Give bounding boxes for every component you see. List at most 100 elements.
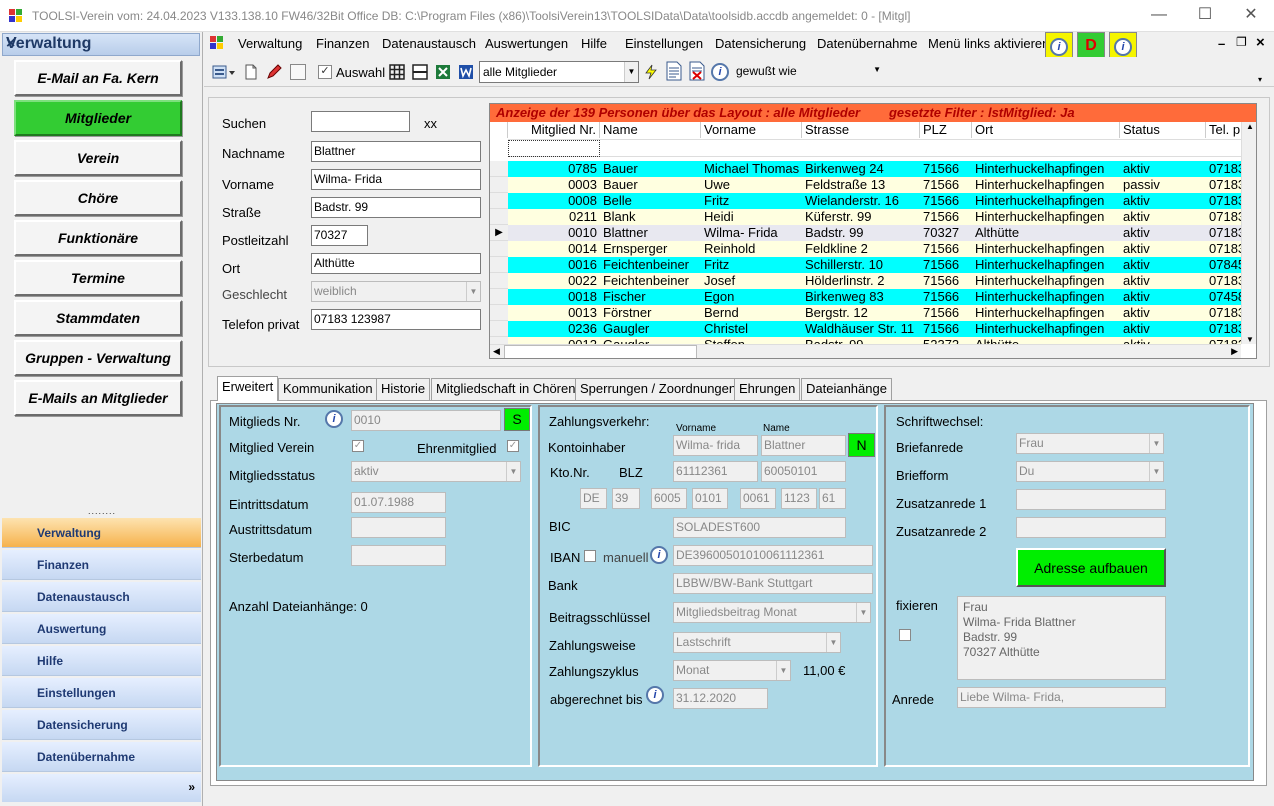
- menu-datenuebernahme[interactable]: Datenübernahme: [817, 36, 917, 51]
- form-layout-icon[interactable]: [412, 64, 428, 80]
- nav-button-funktionaere[interactable]: Funktionäre: [14, 220, 182, 256]
- maximize-button[interactable]: ☐: [1182, 0, 1228, 32]
- chevron-down-icon[interactable]: ▼: [466, 282, 480, 301]
- table-row[interactable]: 0010 Blattner Wilma- Frida Badstr. 99 70327 A…: [508, 225, 1241, 241]
- table-row[interactable]: 0236 Gaugler Christel Waldhäuser Str. 11 715…: [508, 321, 1241, 337]
- nav-button-email-kern[interactable]: E-Mail an Fa. Kern: [14, 60, 182, 96]
- tab-erweitert[interactable]: Erweitert: [217, 376, 279, 401]
- vorname-input[interactable]: Wilma- Frida: [311, 169, 481, 190]
- s-button[interactable]: S: [504, 408, 530, 431]
- scroll-thumb[interactable]: [504, 345, 697, 358]
- tab-historie[interactable]: Historie: [376, 378, 431, 400]
- row-selector[interactable]: [490, 305, 508, 321]
- iban-part-6[interactable]: 1123: [781, 488, 817, 509]
- nachname-input[interactable]: Blattner: [311, 141, 481, 162]
- report-icon[interactable]: [665, 61, 683, 81]
- row-selector[interactable]: [490, 193, 508, 209]
- iban-input[interactable]: DE39600501010061112361: [673, 545, 873, 566]
- members-grid[interactable]: Anzeige der 139 Personen über das Layout…: [489, 103, 1257, 359]
- edit-pencil-icon[interactable]: [266, 64, 282, 80]
- view-dropdown-icon[interactable]: [212, 64, 236, 80]
- table-row[interactable]: 0013 Förstner Bernd Bergstr. 12 71566 Hinterh…: [508, 305, 1241, 321]
- row-selector[interactable]: [490, 273, 508, 289]
- nav-button-stammdaten[interactable]: Stammdaten: [14, 300, 182, 336]
- scroll-right-icon[interactable]: ▶: [1231, 346, 1238, 357]
- col-header-name[interactable]: Name: [600, 122, 701, 138]
- table-row[interactable]: 0211 Blank Heidi Küferstr. 99 71566 Hinterhuc…: [508, 209, 1241, 225]
- nav-group-einstellungen[interactable]: Einstellungen: [2, 678, 201, 708]
- nav-button-mitglieder[interactable]: Mitglieder: [14, 100, 182, 136]
- chevron-down-icon[interactable]: ▼: [506, 462, 520, 481]
- scroll-left-icon[interactable]: ◀: [493, 346, 500, 357]
- auswahl-checkbox[interactable]: ✓: [318, 65, 332, 79]
- nav-button-emails-mitglieder[interactable]: E-Mails an Mitglieder: [14, 380, 182, 416]
- bank-input[interactable]: LBBW/BW-Bank Stuttgart: [673, 573, 873, 594]
- zusatz2-input[interactable]: [1016, 517, 1166, 538]
- tab-kommunikation[interactable]: Kommunikation: [278, 378, 378, 400]
- n-button[interactable]: N: [848, 433, 875, 457]
- ktonr-input[interactable]: 61112361: [673, 461, 758, 482]
- nav-group-auswertung[interactable]: Auswertung: [2, 614, 201, 644]
- col-header-vorname[interactable]: Vorname: [701, 122, 802, 138]
- nav-splitter-grip[interactable]: ........: [88, 506, 116, 516]
- chevron-down-icon[interactable]: ▼: [1149, 462, 1163, 481]
- geschlecht-combo[interactable]: weiblich ▼: [311, 281, 481, 302]
- fixieren-checkbox[interactable]: [899, 629, 911, 641]
- nav-group-hilfe[interactable]: Hilfe: [2, 646, 201, 676]
- table-row[interactable]: 0008 Belle Fritz Wielanderstr. 16 71566 Hinte…: [508, 193, 1241, 209]
- ort-input[interactable]: Althütte: [311, 253, 481, 274]
- row-selector[interactable]: [490, 321, 508, 337]
- strasse-input[interactable]: Badstr. 99: [311, 197, 481, 218]
- table-row[interactable]: 0785 Bauer Michael Thomas Birkenweg 24 71566…: [508, 161, 1241, 177]
- iban-part-1[interactable]: DE: [580, 488, 607, 509]
- info-button-1[interactable]: i: [1045, 32, 1073, 59]
- filter-row[interactable]: [508, 139, 1241, 157]
- iban-part-7[interactable]: 61: [819, 488, 846, 509]
- info-icon[interactable]: i: [646, 686, 664, 704]
- chevron-down-icon[interactable]: ▼: [856, 603, 870, 622]
- plz-input[interactable]: 70327: [311, 225, 368, 246]
- vertical-scrollbar[interactable]: ▲ ▼: [1241, 122, 1256, 344]
- nav-expand-icon[interactable]: »: [188, 780, 195, 794]
- eintritt-input[interactable]: 01.07.1988: [351, 492, 446, 513]
- chevron-down-icon[interactable]: ▼: [873, 65, 881, 74]
- menu-datensicherung[interactable]: Datensicherung: [715, 36, 806, 51]
- col-header-telefon[interactable]: Tel. p: [1206, 122, 1242, 138]
- scroll-up-icon[interactable]: ▲: [1246, 122, 1254, 131]
- iban-part-4[interactable]: 0101: [692, 488, 728, 509]
- briefanrede-combo[interactable]: Frau ▼: [1016, 433, 1164, 454]
- kontoinhaber-vorname[interactable]: Wilma- frida: [673, 435, 758, 456]
- nav-group-finanzen[interactable]: Finanzen: [2, 550, 201, 580]
- nav-button-verein[interactable]: Verein: [14, 140, 182, 176]
- scroll-down-icon[interactable]: ▼: [1246, 335, 1254, 344]
- filter-combo[interactable]: alle Mitglieder ▼: [479, 61, 639, 83]
- ehrenmitglied-checkbox[interactable]: ✓: [507, 440, 519, 452]
- info-icon[interactable]: i: [325, 410, 343, 428]
- toggle-box[interactable]: [290, 64, 306, 80]
- horizontal-scrollbar[interactable]: ◀ ▶: [490, 344, 1241, 358]
- row-selector[interactable]: [490, 161, 508, 177]
- col-header-plz[interactable]: PLZ: [920, 122, 972, 138]
- iban-part-3[interactable]: 6005: [651, 488, 687, 509]
- sterbe-input[interactable]: [351, 545, 446, 566]
- nav-button-choere[interactable]: Chöre: [14, 180, 182, 216]
- kontoinhaber-name[interactable]: Blattner: [761, 435, 846, 456]
- lightning-icon[interactable]: [643, 64, 659, 80]
- menu-links-aktivieren[interactable]: Menü links aktivieren: [928, 36, 1049, 51]
- nav-group-verwaltung[interactable]: Verwaltung: [2, 518, 201, 548]
- row-selector[interactable]: [490, 177, 508, 193]
- menu-datenaustausch[interactable]: Datenaustausch: [382, 36, 476, 51]
- chevron-down-icon[interactable]: ▼: [1149, 434, 1163, 453]
- info-button-2[interactable]: i: [1109, 32, 1137, 59]
- col-header-mitglied-nr[interactable]: Mitglied Nr.: [508, 122, 600, 138]
- close-button[interactable]: ✕: [1228, 0, 1274, 32]
- chevron-down-icon[interactable]: ▼: [826, 633, 840, 652]
- zusatz1-input[interactable]: [1016, 489, 1166, 510]
- suchen-input[interactable]: [311, 111, 410, 132]
- col-header-status[interactable]: Status: [1120, 122, 1206, 138]
- table-row[interactable]: 0003 Bauer Uwe Feldstraße 13 71566 Hinterhuck…: [508, 177, 1241, 193]
- menu-verwaltung[interactable]: Verwaltung: [238, 36, 302, 51]
- blz-input[interactable]: 60050101: [761, 461, 846, 482]
- toolbar-overflow-icon[interactable]: ▾: [1258, 75, 1262, 84]
- mdi-restore-icon[interactable]: ❐: [1236, 35, 1247, 49]
